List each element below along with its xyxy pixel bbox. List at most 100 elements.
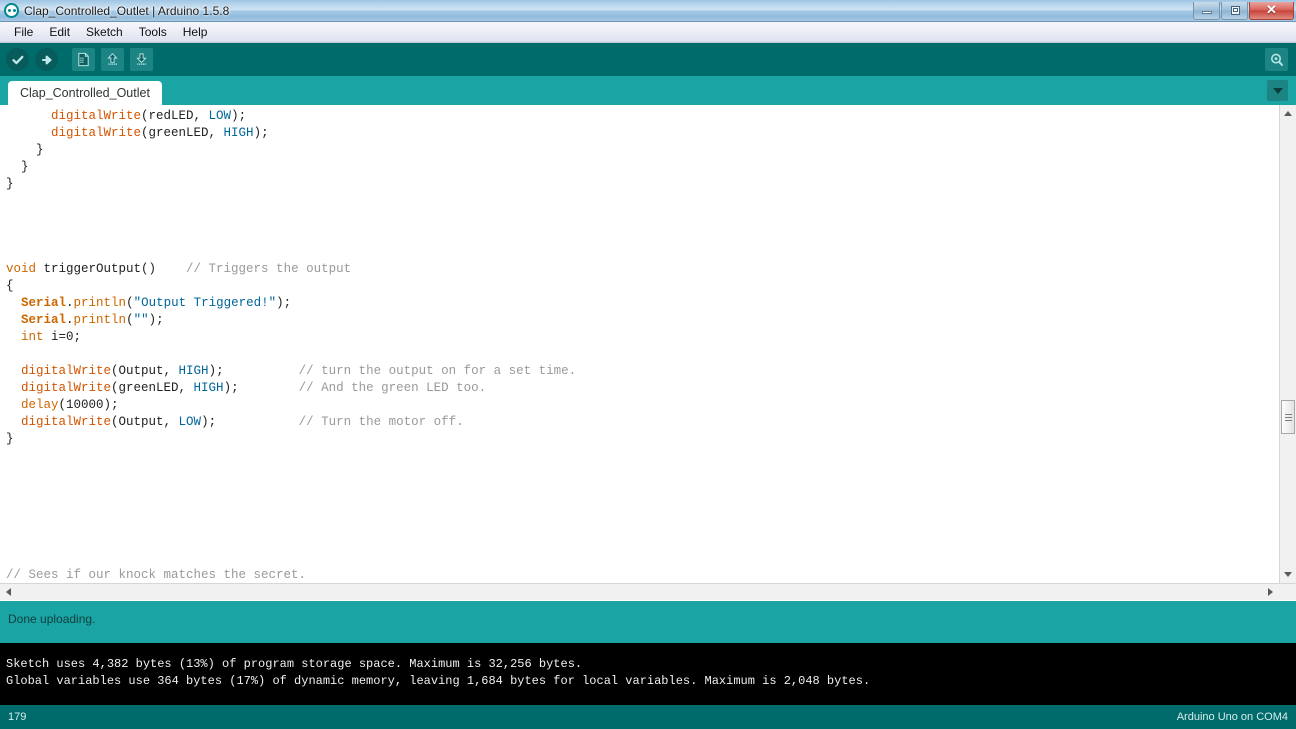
code-token: int (21, 330, 44, 344)
open-sketch-button[interactable] (101, 48, 124, 71)
chevron-down-icon (1272, 87, 1283, 94)
code-token: delay (21, 398, 59, 412)
code-token: Serial (21, 313, 67, 327)
code-token: // turn the output on for a set time. (298, 364, 577, 378)
menu-item-sketch[interactable]: Sketch (78, 23, 131, 41)
code-line: Serial.println(""); (6, 312, 576, 329)
triangle-right-icon (1268, 588, 1273, 596)
close-button[interactable]: ✕ (1249, 1, 1294, 20)
code-token: // Turn the motor off. (298, 415, 464, 429)
code-token: HIGH (193, 381, 224, 395)
tab-clap-controlled-outlet[interactable]: Clap_Controlled_Outlet (8, 81, 162, 105)
code-token: "" (133, 313, 149, 327)
menu-item-help[interactable]: Help (175, 23, 216, 41)
editor-horizontal-scrollbar[interactable] (0, 583, 1296, 600)
close-icon: ✕ (1266, 2, 1277, 17)
code-line: digitalWrite(redLED, LOW); (6, 108, 576, 125)
code-token: "Output Triggered!" (133, 296, 277, 310)
code-line: // Sees if our knock matches the secret. (6, 567, 576, 584)
scroll-up-button[interactable] (1280, 105, 1296, 122)
code-token: } (6, 432, 14, 446)
code-line: } (6, 176, 576, 193)
code-token: ( (126, 296, 134, 310)
editor-vertical-scrollbar[interactable] (1279, 105, 1296, 583)
code-token: ); (276, 296, 292, 310)
vertical-scroll-thumb[interactable] (1281, 400, 1295, 434)
code-line: Serial.println("Output Triggered!"); (6, 295, 576, 312)
code-token: (Output, (111, 364, 179, 378)
title-bar-left: Clap_Controlled_Outlet | Arduino 1.5.8 (0, 3, 229, 18)
arduino-logo-icon (4, 3, 19, 18)
menu-bar: File Edit Sketch Tools Help (0, 22, 1296, 43)
menu-item-edit[interactable]: Edit (41, 23, 78, 41)
code-token: ); (208, 364, 299, 378)
console-output[interactable]: Sketch uses 4,382 bytes (13%) of program… (0, 643, 1296, 705)
code-text[interactable]: digitalWrite(redLED, LOW); digitalWrite(… (0, 108, 576, 601)
open-sketch-icon (107, 53, 118, 65)
code-token: } (6, 143, 44, 157)
code-token: println (73, 296, 127, 310)
code-token: ); (231, 109, 247, 123)
new-sketch-button[interactable] (72, 48, 95, 71)
save-sketch-icon (136, 53, 147, 65)
scroll-down-button[interactable] (1280, 566, 1296, 583)
upload-button[interactable] (35, 48, 58, 71)
triangle-up-icon (1284, 111, 1292, 116)
code-token: HIGH (223, 126, 254, 140)
code-token: println (73, 313, 127, 327)
maximize-icon (1231, 5, 1240, 15)
code-token: digitalWrite (21, 364, 112, 378)
code-token: void (6, 262, 37, 276)
maximize-button[interactable] (1221, 1, 1248, 20)
triangle-left-icon (6, 588, 11, 596)
bottom-status-bar: 179 Arduino Uno on COM4 (0, 705, 1296, 729)
triangle-down-icon (1284, 572, 1292, 577)
serial-monitor-icon (1270, 53, 1283, 66)
toolbar (0, 43, 1296, 76)
serial-monitor-button[interactable] (1265, 48, 1288, 71)
code-line: } (6, 142, 576, 159)
code-token: // Triggers the output (186, 262, 352, 276)
minimize-button[interactable] (1193, 1, 1220, 20)
code-token: . (66, 313, 74, 327)
window-title: Clap_Controlled_Outlet | Arduino 1.5.8 (24, 3, 230, 18)
code-token: { (6, 279, 14, 293)
code-token: (10000); (58, 398, 119, 412)
minimize-icon (1202, 10, 1212, 14)
scroll-right-button[interactable] (1262, 584, 1279, 600)
code-token: ); (148, 313, 164, 327)
code-token: Serial (21, 296, 67, 310)
tab-menu-button[interactable] (1267, 80, 1288, 101)
code-line: digitalWrite(greenLED, HIGH); (6, 125, 576, 142)
title-bar: Clap_Controlled_Outlet | Arduino 1.5.8 ✕ (0, 0, 1296, 22)
new-sketch-icon (78, 52, 89, 67)
status-message-bar: Done uploading. (0, 601, 1296, 643)
code-line: void triggerOutput() // Triggers the out… (6, 261, 576, 278)
code-editor[interactable]: digitalWrite(redLED, LOW); digitalWrite(… (0, 105, 1296, 601)
code-token: i=0; (43, 330, 82, 344)
code-line: int i=0; (6, 329, 576, 346)
menu-item-tools[interactable]: Tools (131, 23, 175, 41)
menu-item-file[interactable]: File (6, 23, 41, 41)
console-line: Global variables use 364 bytes (17%) of … (6, 674, 871, 688)
code-token: // And the green LED too. (298, 381, 487, 395)
code-token: . (66, 296, 74, 310)
code-line: delay(10000); (6, 397, 576, 414)
verify-button[interactable] (6, 48, 29, 71)
code-token: digitalWrite (21, 415, 112, 429)
code-token: digitalWrite (51, 126, 142, 140)
save-sketch-button[interactable] (130, 48, 153, 71)
code-token: // Sees if our knock matches the secret. (6, 568, 307, 582)
scroll-left-button[interactable] (0, 584, 17, 600)
